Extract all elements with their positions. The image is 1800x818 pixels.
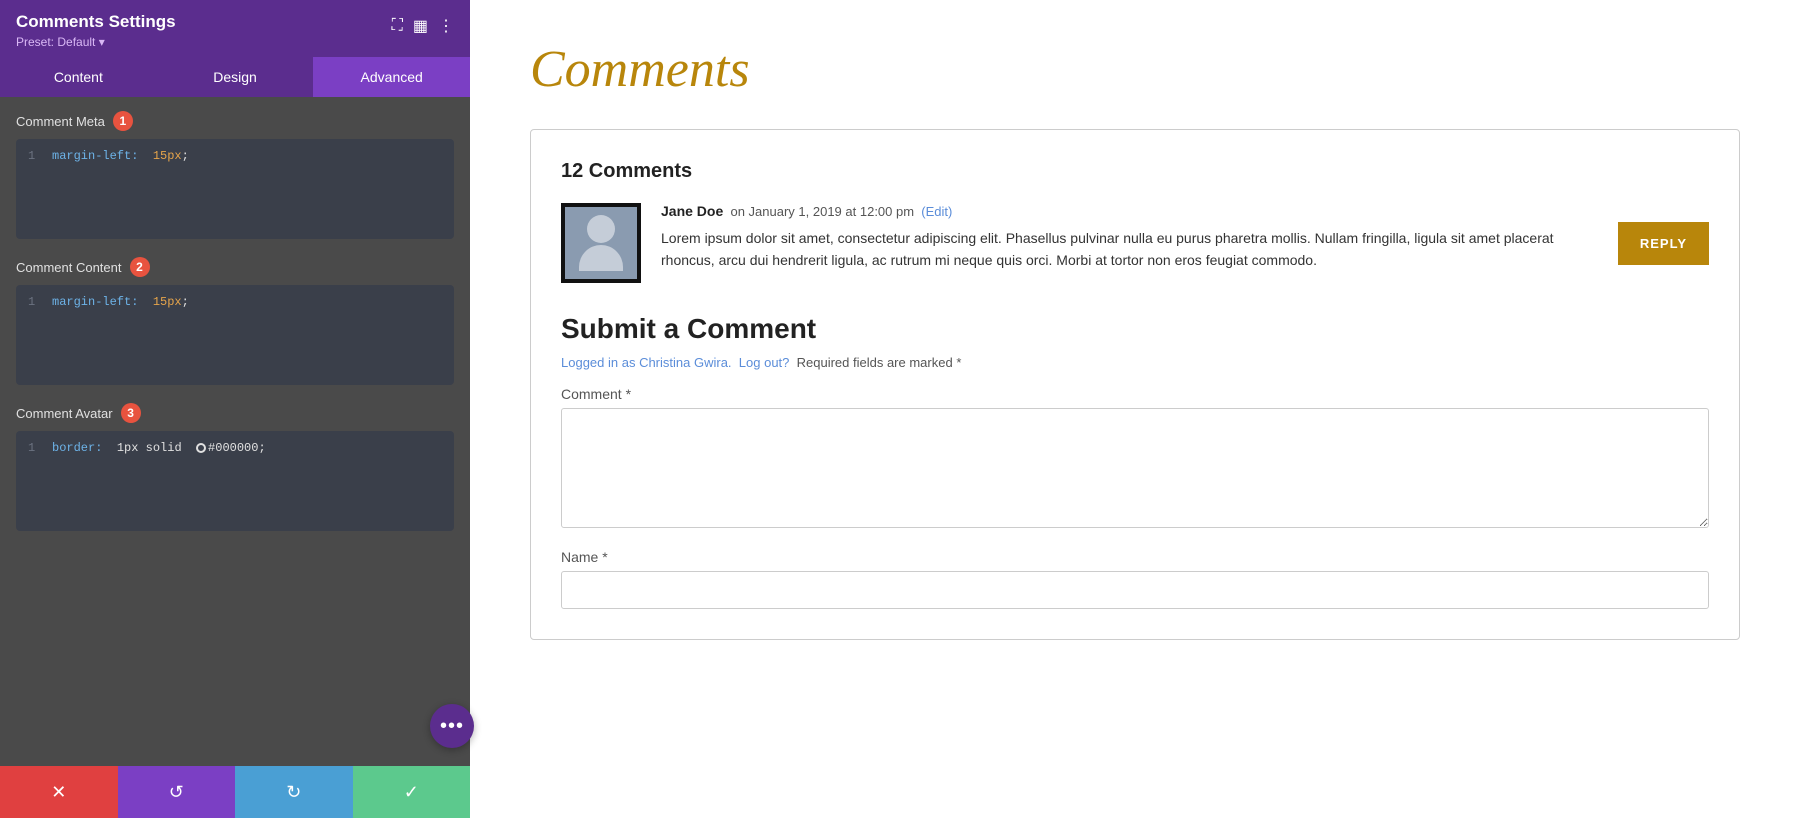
comment-label: Comment * xyxy=(561,386,1709,402)
comments-box: 12 Comments Jane Doe on January 1, 2019 … xyxy=(530,129,1740,640)
submit-title: Submit a Comment xyxy=(561,313,1709,345)
line-num-2: 1 xyxy=(28,295,40,309)
submit-section: Submit a Comment Logged in as Christina … xyxy=(561,313,1709,609)
fullscreen-icon[interactable]: ⛶ xyxy=(392,17,403,35)
logged-in-label: Logged in as Christina Gwira. xyxy=(561,355,732,370)
code-line-content-1: 1 margin-left: 15px; xyxy=(28,295,442,309)
name-input[interactable] xyxy=(561,571,1709,609)
logged-in-text: Logged in as Christina Gwira. Log out? R… xyxy=(561,355,1709,370)
logged-in-link[interactable]: Logged in as Christina Gwira. xyxy=(561,355,735,370)
code-text-content: margin-left: 15px; xyxy=(52,295,189,309)
code-block-content[interactable]: 1 margin-left: 15px; xyxy=(16,285,454,385)
panel-preset: Preset: Default ▾ xyxy=(16,35,392,49)
name-input-wrap: Name * xyxy=(561,549,1709,609)
right-panel: Comments 12 Comments Jane Doe on January… xyxy=(470,0,1800,818)
comment-textarea[interactable] xyxy=(561,408,1709,528)
code-text-avatar: border: 1px solid #000000; xyxy=(52,441,266,455)
avatar xyxy=(561,203,641,283)
section-label-text-meta: Comment Meta xyxy=(16,114,105,129)
tabs: Content Design Advanced xyxy=(0,57,470,97)
code-color-val: #000000 xyxy=(208,441,258,455)
badge-2: 2 xyxy=(130,257,150,277)
section-label-text-content: Comment Content xyxy=(16,260,122,275)
name-label: Name * xyxy=(561,549,1709,565)
cancel-button[interactable]: ✕ xyxy=(0,766,118,818)
tab-design[interactable]: Design xyxy=(157,57,314,97)
panel-title: Comments Settings xyxy=(16,12,392,32)
panel-title-group: Comments Settings Preset: Default ▾ xyxy=(16,12,392,49)
panel-header: Comments Settings Preset: Default ▾ ⛶ ▦ … xyxy=(0,0,470,57)
panel-content: Comment Meta 1 1 margin-left: 15px; Comm… xyxy=(0,97,470,766)
reply-button[interactable]: REPLY xyxy=(1618,222,1709,265)
panel-header-icons: ⛶ ▦ ⋮ xyxy=(392,16,454,36)
tab-content[interactable]: Content xyxy=(0,57,157,97)
section-label-text-avatar: Comment Avatar xyxy=(16,406,113,421)
avatar-person xyxy=(565,207,637,279)
avatar-head xyxy=(587,215,615,243)
color-circle-icon xyxy=(196,443,206,453)
badge-1: 1 xyxy=(113,111,133,131)
code-prop-avatar: border: xyxy=(52,441,102,455)
comment-text: Lorem ipsum dolor sit amet, consectetur … xyxy=(661,227,1598,272)
left-panel: Comments Settings Preset: Default ▾ ⛶ ▦ … xyxy=(0,0,470,818)
dots-button[interactable]: ••• xyxy=(430,704,474,748)
code-suffix-content: ; xyxy=(182,295,189,309)
comment-item: Jane Doe on January 1, 2019 at 12:00 pm … xyxy=(561,203,1709,283)
code-val-avatar: 1px solid xyxy=(117,441,182,455)
code-prop-meta: margin-left: xyxy=(52,149,138,163)
avatar-body xyxy=(579,245,623,271)
section-label-content: Comment Content 2 xyxy=(16,257,454,277)
redo-button[interactable]: ↻ xyxy=(235,766,353,818)
code-prop-content: margin-left: xyxy=(52,295,138,309)
section-label-avatar: Comment Avatar 3 xyxy=(16,403,454,423)
comment-edit-link[interactable]: (Edit) xyxy=(921,204,952,219)
section-label-meta: Comment Meta 1 xyxy=(16,111,454,131)
save-button[interactable]: ✓ xyxy=(353,766,471,818)
comment-body: Jane Doe on January 1, 2019 at 12:00 pm … xyxy=(661,203,1598,272)
badge-3: 3 xyxy=(121,403,141,423)
comments-count: 12 Comments xyxy=(561,160,1709,183)
code-block-meta[interactable]: 1 margin-left: 15px; xyxy=(16,139,454,239)
comment-date: on January 1, 2019 at 12:00 pm xyxy=(730,204,914,219)
comment-meta: Jane Doe on January 1, 2019 at 12:00 pm … xyxy=(661,203,1598,219)
code-block-avatar[interactable]: 1 border: 1px solid #000000; xyxy=(16,431,454,531)
comment-author: Jane Doe xyxy=(661,203,723,219)
required-text: Required fields are marked * xyxy=(797,355,962,370)
layout-icon[interactable]: ▦ xyxy=(413,16,428,36)
line-num: 1 xyxy=(28,149,40,163)
code-text-meta: margin-left: 15px; xyxy=(52,149,189,163)
more-icon[interactable]: ⋮ xyxy=(438,16,454,36)
preset-link[interactable]: Preset: Default xyxy=(16,35,95,49)
code-line-meta-1: 1 margin-left: 15px; xyxy=(28,149,442,163)
page-title: Comments xyxy=(530,40,1740,99)
code-suffix-meta: ; xyxy=(182,149,189,163)
logout-link[interactable]: Log out? xyxy=(739,355,790,370)
code-val-content: 15px xyxy=(153,295,182,309)
code-val-meta: 15px xyxy=(153,149,182,163)
code-suffix-avatar: ; xyxy=(258,441,265,455)
code-line-avatar-1: 1 border: 1px solid #000000; xyxy=(28,441,442,455)
undo-button[interactable]: ↺ xyxy=(118,766,236,818)
line-num-3: 1 xyxy=(28,441,40,455)
tab-advanced[interactable]: Advanced xyxy=(313,57,470,97)
panel-footer: ✕ ↺ ↻ ✓ xyxy=(0,766,470,818)
